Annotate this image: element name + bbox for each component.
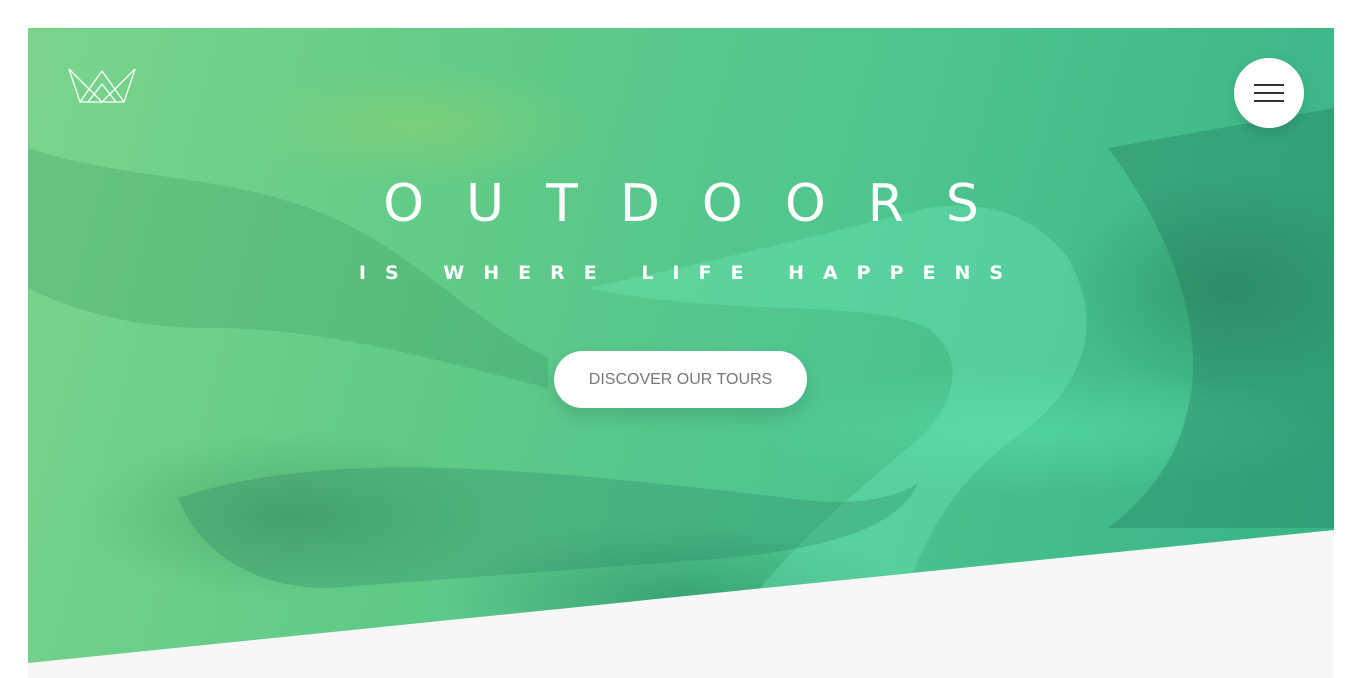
menu-line-bottom bbox=[1254, 100, 1284, 102]
menu-line-top bbox=[1254, 84, 1284, 86]
crown-logo-icon[interactable] bbox=[68, 68, 136, 104]
hero-subtitle: IS WHERE LIFE HAPPENS bbox=[358, 262, 1023, 284]
menu-line-middle bbox=[1254, 92, 1284, 94]
discover-tours-button[interactable]: DISCOVER OUR TOURS bbox=[554, 351, 807, 408]
hero-section: OUTDOORS IS WHERE LIFE HAPPENS DISCOVER … bbox=[28, 28, 1334, 663]
hamburger-menu-icon[interactable] bbox=[1234, 58, 1304, 128]
page-frame: OUTDOORS IS WHERE LIFE HAPPENS DISCOVER … bbox=[28, 28, 1334, 678]
hero-title: OUTDOORS bbox=[383, 174, 1021, 234]
